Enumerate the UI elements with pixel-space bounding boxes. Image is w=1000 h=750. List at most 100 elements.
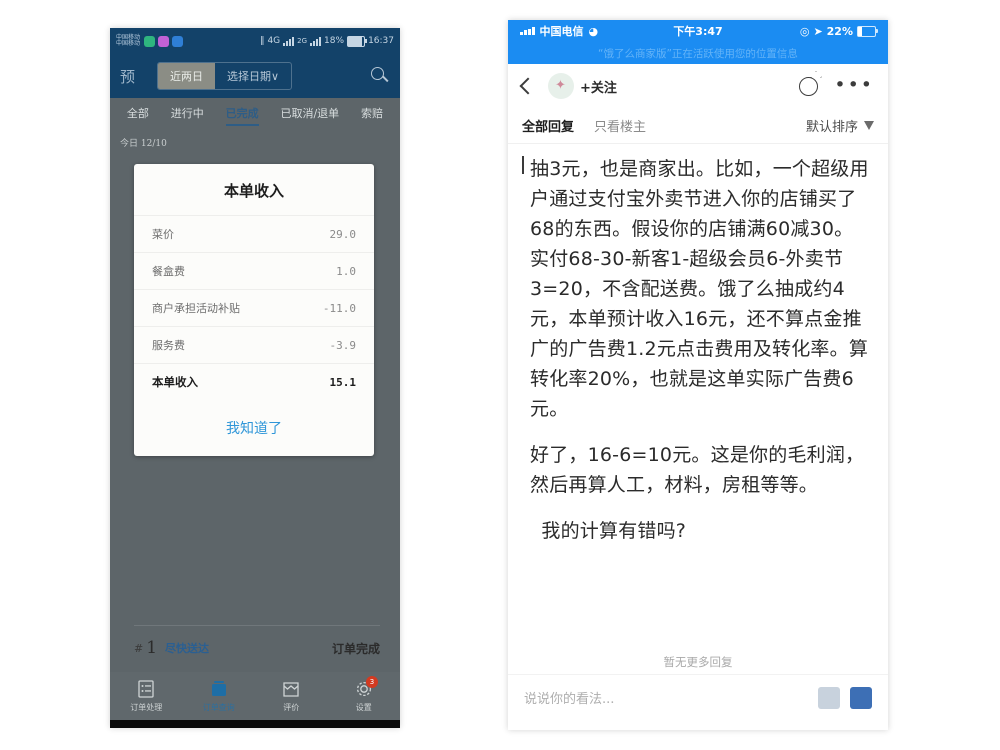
segment-recent-two-days[interactable]: 近两日: [158, 63, 215, 89]
nav-item-reviews[interactable]: 评价: [255, 679, 328, 713]
share-icon[interactable]: [799, 77, 818, 96]
income-row-merchant-subsidy: 商户承担活动补贴 -11.0: [134, 289, 374, 326]
status-system-icons: ⑖ ‖ 4G 2G 18% 16:37: [257, 36, 394, 47]
location-usage-banner[interactable]: “饿了么商家版”正在活跃使用您的位置信息: [508, 42, 888, 64]
tab-completed[interactable]: 已完成: [226, 105, 259, 126]
emoji-icon[interactable]: [818, 687, 840, 709]
reply-filter-bar: 全部回复 只看楼主 默认排序: [508, 108, 888, 144]
search-icon[interactable]: [370, 66, 390, 86]
nav-item-order-query[interactable]: 订单查询: [183, 679, 256, 713]
sort-label: 默认排序: [806, 116, 858, 135]
row-label: 服务费: [152, 337, 185, 353]
location-icon: ◎: [800, 25, 810, 38]
order-status-label: 订单完成: [332, 640, 380, 657]
nav-actions: •••: [799, 77, 874, 96]
wifi-icon: ◕: [589, 25, 599, 38]
post-content: 抽3元，也是商家出。比如，一个超级用户通过支付宝外卖节进入你的店铺买了68的东西…: [508, 144, 888, 644]
post-paragraph-1: 抽3元，也是商家出。比如，一个超级用户通过支付宝外卖节进入你的店铺买了68的东西…: [530, 154, 870, 424]
android-title-bar: 预 近两日 选择日期∨: [110, 54, 400, 98]
carrier-labels: 中国移动 中国移动: [116, 35, 144, 47]
segment-pick-date[interactable]: 选择日期∨: [215, 63, 291, 89]
filter-op-only[interactable]: 只看楼主: [594, 116, 646, 135]
row-value: -3.9: [330, 339, 357, 352]
tab-claims[interactable]: 索赔: [361, 105, 383, 126]
app-icon-purple: [158, 36, 169, 47]
quote-bar: [522, 156, 524, 174]
tab-cancelled-refund[interactable]: 已取消/退单: [280, 105, 339, 126]
nav-label: 订单查询: [203, 702, 235, 713]
battery-icon: [857, 26, 876, 37]
avatar-glyph: ✦: [555, 78, 566, 93]
order-list-area: 本单收入 菜价 29.0 餐盒费 1.0 商户承担活动补贴 -11.0 服务费 …: [110, 152, 400, 672]
nav-item-order-processing[interactable]: 订单处理: [110, 679, 183, 713]
order-hash-symbol: #: [134, 642, 143, 655]
shop-icon: [281, 679, 301, 699]
nav-label: 订单处理: [130, 702, 162, 713]
nav-label: 设置: [356, 702, 372, 713]
input-bar-icons: [818, 687, 872, 709]
order-status-tabs[interactable]: 全部 进行中 已完成 已取消/退单 索赔: [110, 98, 400, 132]
carrier-label: 中国电信: [540, 23, 584, 39]
navigation-arrow-icon: ➤: [813, 25, 822, 38]
date-segmented-control[interactable]: 近两日 选择日期∨: [157, 62, 292, 90]
android-system-nav-bar[interactable]: [110, 720, 400, 728]
sort-control[interactable]: 默认排序: [806, 116, 874, 135]
signal-bars-icon: [520, 27, 535, 35]
row-value: -11.0: [323, 302, 356, 315]
tab-in-progress[interactable]: 进行中: [171, 105, 204, 126]
status-right-group: ◎ ➤ 22%: [800, 25, 876, 38]
status-clock: 16:37: [368, 36, 394, 46]
filter-all-replies[interactable]: 全部回复: [522, 116, 574, 135]
app-icon-blue: [172, 36, 183, 47]
android-phone-screenshot: 中国移动 中国移动 ⑖ ‖ 4G 2G 18% 16:37 预 近两日 选择日期…: [110, 28, 400, 728]
row-label: 商户承担活动补贴: [152, 300, 240, 316]
dialog-confirm-button[interactable]: 我知道了: [134, 400, 374, 448]
ios-nav-bar: ✦ +关注 •••: [508, 64, 888, 108]
app-icon-green: [144, 36, 155, 47]
battery-icon: [347, 36, 365, 47]
ios-status-bar: 中国电信 ◕ 下午3:47 ◎ ➤ 22%: [508, 20, 888, 42]
nav-item-settings[interactable]: 3 设置: [328, 679, 401, 713]
comment-input[interactable]: 说说你的看法...: [524, 688, 614, 707]
settings-badge: 3: [366, 676, 378, 688]
income-row-dish-price: 菜价 29.0: [134, 215, 374, 252]
vibrate-icon: ‖: [260, 36, 265, 46]
order-number: 1: [146, 638, 157, 658]
row-value: 15.1: [330, 376, 357, 389]
row-label: 本单收入: [152, 374, 198, 390]
no-more-replies-label: 暂无更多回复: [508, 644, 888, 670]
android-status-bar: 中国移动 中国移动 ⑖ ‖ 4G 2G 18% 16:37: [110, 28, 400, 54]
day-label: 今日 12/10: [110, 132, 400, 152]
order-income-dialog: 本单收入 菜价 29.0 餐盒费 1.0 商户承担活动补贴 -11.0 服务费 …: [134, 164, 374, 456]
row-label: 菜价: [152, 226, 174, 242]
income-row-packaging-fee: 餐盒费 1.0: [134, 252, 374, 289]
avatar[interactable]: ✦: [548, 73, 574, 99]
battery-percent-label: 18%: [324, 36, 344, 46]
network-4g-label: 4G: [267, 36, 280, 46]
ios-phone-screenshot: 中国电信 ◕ 下午3:47 ◎ ➤ 22% “饿了么商家版”正在活跃使用您的位置…: [508, 20, 888, 730]
nav-label: 评价: [283, 702, 299, 713]
signal-bars-sim2: [310, 37, 321, 46]
order-delivery-label: 尽快送达: [165, 640, 209, 656]
avatar-icon[interactable]: [850, 687, 872, 709]
post-paragraph-3: 我的计算有错吗?: [530, 516, 870, 546]
row-value: 1.0: [336, 265, 356, 278]
order-summary-row[interactable]: # 1 尽快送达 订单完成: [134, 625, 380, 658]
back-chevron-icon[interactable]: [520, 78, 537, 95]
signal-bars-sim1: [283, 37, 294, 46]
battery-percent-label: 22%: [827, 25, 853, 38]
tab-all[interactable]: 全部: [127, 105, 149, 126]
android-bottom-nav[interactable]: 订单处理 订单查询 评价 3 设置: [110, 672, 400, 720]
order-list-icon: [136, 679, 156, 699]
follow-button[interactable]: +关注: [580, 77, 617, 96]
funnel-icon: [864, 121, 874, 130]
more-dots-icon[interactable]: •••: [834, 81, 874, 91]
order-box-icon: [209, 679, 229, 699]
notification-app-icons: [144, 36, 183, 47]
network-2g-label: 2G: [297, 37, 307, 45]
post-paragraph-2: 好了，16-6=10元。这是你的毛利润，然后再算人工，材料，房租等等。: [530, 440, 870, 500]
carrier-line-2: 中国移动: [116, 41, 140, 47]
comment-input-bar[interactable]: 说说你的看法...: [508, 674, 888, 720]
page-title: 预: [120, 66, 135, 87]
income-row-service-fee: 服务费 -3.9: [134, 326, 374, 363]
